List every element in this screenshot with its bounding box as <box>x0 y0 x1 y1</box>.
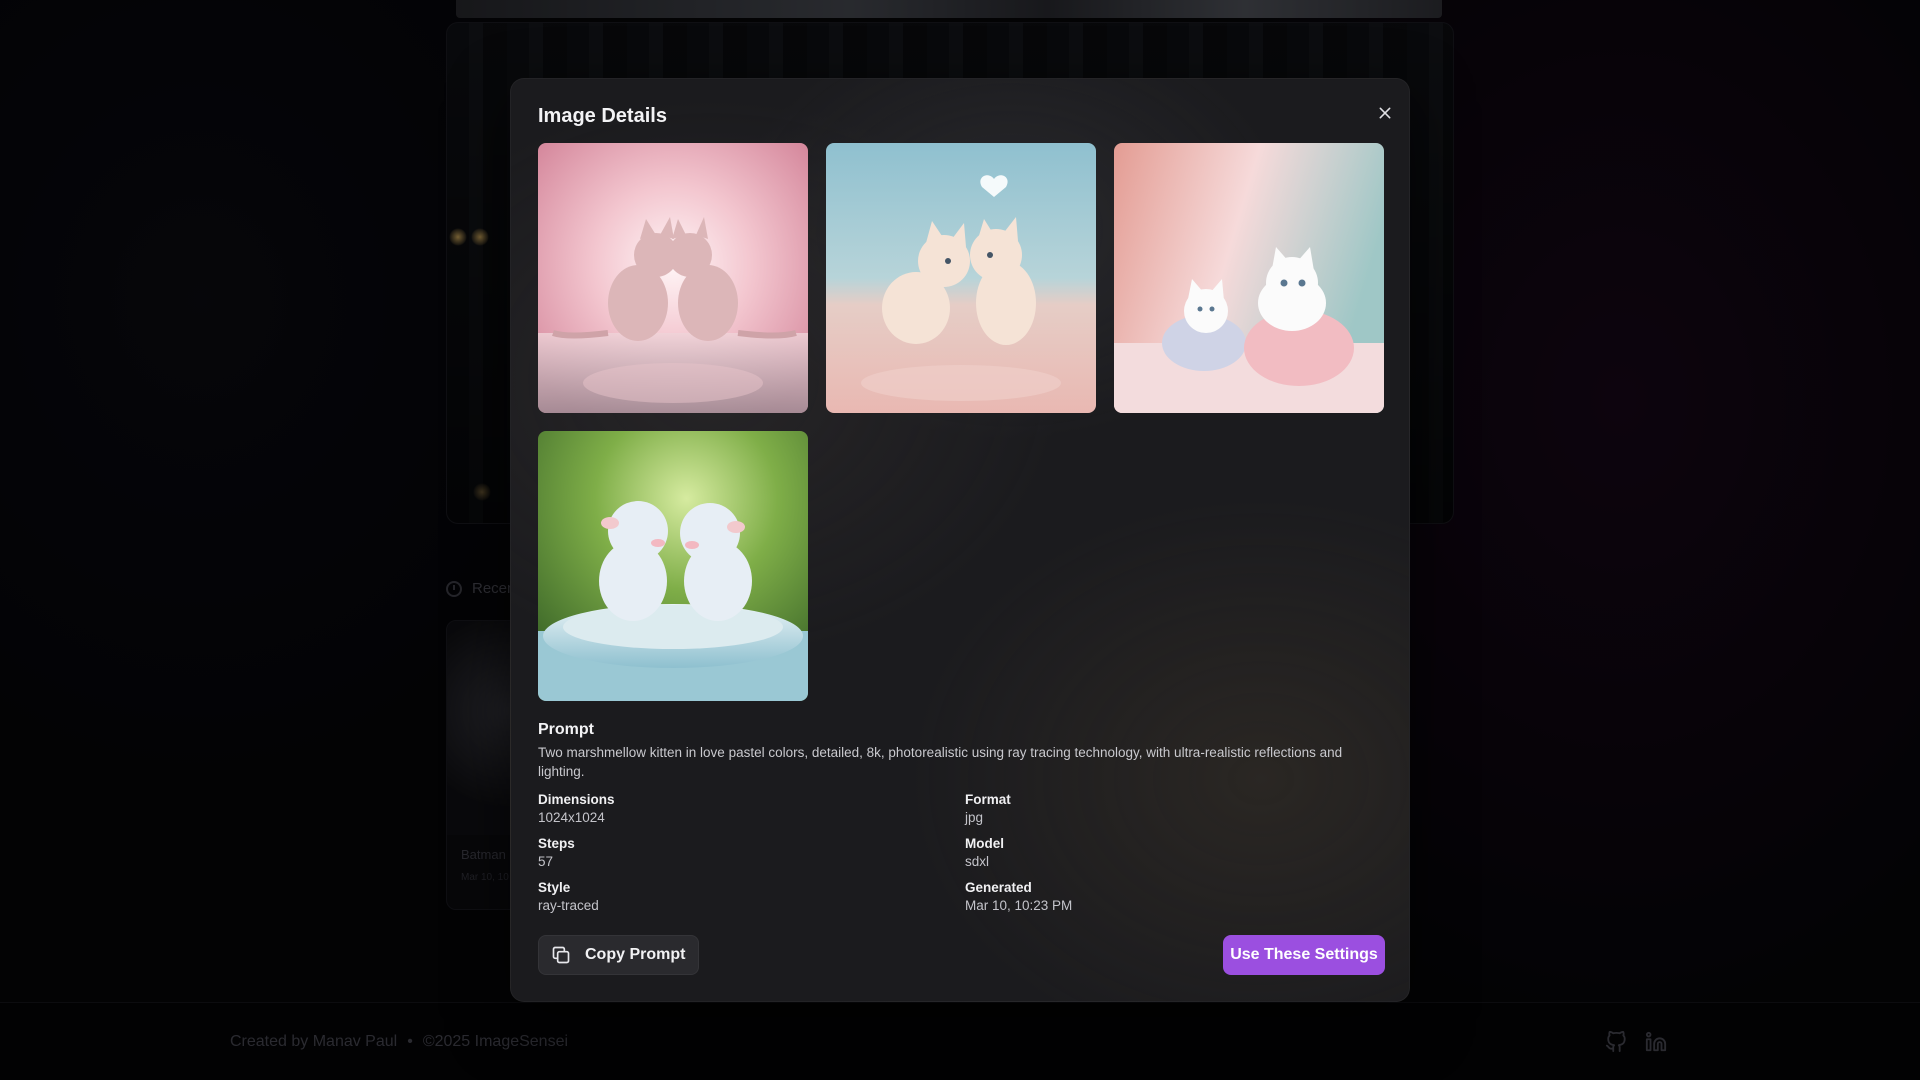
copy-icon <box>552 946 570 964</box>
meta-style: Style ray-traced <box>538 879 965 915</box>
meta-format: Format jpg <box>965 791 1388 827</box>
meta-value: 1024x1024 <box>538 810 605 825</box>
generated-image-3[interactable] <box>1114 143 1384 413</box>
generated-image-4[interactable] <box>538 431 808 701</box>
image-grid <box>538 143 1385 701</box>
copy-prompt-label: Copy Prompt <box>585 946 686 963</box>
meta-steps: Steps 57 <box>538 835 965 871</box>
meta-generated: Generated Mar 10, 10:23 PM <box>965 879 1388 915</box>
kittens-image-icon <box>826 143 1096 413</box>
use-settings-button[interactable]: Use These Settings <box>1223 935 1385 975</box>
prompt-label: Prompt <box>538 721 594 738</box>
meta-model: Model sdxl <box>965 835 1388 871</box>
meta-value: jpg <box>965 810 984 825</box>
meta-label: Style <box>538 880 571 895</box>
meta-label: Model <box>965 836 1004 851</box>
kittens-image-icon <box>1114 143 1384 413</box>
prompt-text: Two marshmellow kitten in love pastel co… <box>538 745 1343 779</box>
marshmallow-image-icon <box>538 431 808 701</box>
generated-image-2[interactable] <box>826 143 1096 413</box>
meta-value: Mar 10, 10:23 PM <box>965 898 1073 913</box>
meta-label: Dimensions <box>538 792 615 807</box>
use-settings-label: Use These Settings <box>1230 946 1378 963</box>
meta-value: sdxl <box>965 854 990 869</box>
image-details-modal: Image Details Prompt Two marshmellow kit… <box>510 78 1410 1002</box>
close-button[interactable] <box>1371 99 1399 127</box>
generated-image-1[interactable] <box>538 143 808 413</box>
close-icon <box>1379 107 1391 119</box>
meta-value: 57 <box>538 854 554 869</box>
meta-dimensions: Dimensions 1024x1024 <box>538 791 965 827</box>
modal-title: Image Details <box>538 105 667 127</box>
meta-label: Format <box>965 792 1011 807</box>
meta-value: ray-traced <box>538 898 599 913</box>
metadata-grid: Dimensions 1024x1024 Format jpg Steps 57… <box>538 791 1388 915</box>
copy-prompt-button[interactable]: Copy Prompt <box>538 935 700 975</box>
meta-label: Generated <box>965 880 1032 895</box>
meta-label: Steps <box>538 836 575 851</box>
kittens-image-icon <box>538 143 808 413</box>
